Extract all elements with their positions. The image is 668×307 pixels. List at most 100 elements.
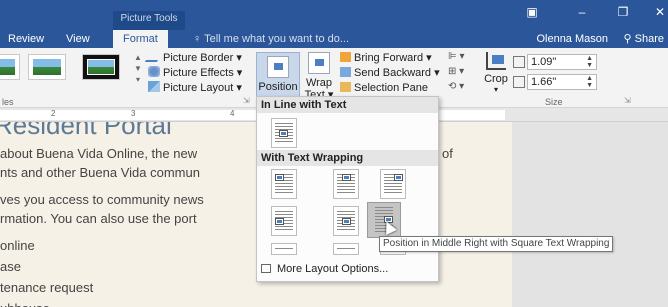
dialog-launcher-icon[interactable]: ⇲ [243, 96, 250, 105]
rotate-icon[interactable]: ⟲ ▾ [448, 81, 464, 92]
tab-format[interactable]: Format [113, 30, 168, 48]
image-placeholder-icon [342, 174, 351, 181]
height-icon [513, 56, 525, 68]
group-label-styles: les [2, 97, 14, 107]
minimize-icon[interactable]: – [572, 4, 592, 20]
text-lines-icon [337, 248, 355, 250]
spinner-icon[interactable]: ▲ ▼ [586, 75, 593, 89]
tell-me-search[interactable]: ♀ Tell me what you want to do... [193, 30, 349, 48]
styles-gallery-scroll[interactable]: ▲ ▼ ▾ [133, 52, 143, 86]
wrap-text-icon [308, 52, 330, 74]
doc-paragraph-line: nts and other Buena Vida commun [0, 165, 200, 180]
picture-layout-label: Picture Layout [163, 82, 234, 94]
crop-button[interactable]: Crop ▾ [481, 52, 511, 94]
crop-label: Crop [484, 73, 508, 85]
position-top-left[interactable] [271, 169, 297, 199]
position-icon [267, 56, 289, 78]
crop-icon [486, 52, 506, 70]
doc-heading: Resident Portal [0, 122, 172, 140]
restore-ribbon-icon[interactable]: ▣ [522, 4, 542, 20]
ruler-number: 3 [131, 109, 136, 118]
wrap-text-label: Wrap [305, 77, 333, 89]
person-icon: ⚲ [623, 33, 635, 45]
position-tooltip: Position in Middle Right with Square Tex… [379, 236, 614, 252]
selection-pane-button[interactable]: Selection Pane [340, 81, 428, 96]
pen-icon [144, 51, 164, 62]
lightbulb-icon: ♀ [193, 33, 205, 45]
doc-paragraph-line: ves you access to community news [0, 192, 204, 207]
picture-preview-icon [87, 59, 115, 75]
width-control: 1.66" ▲ ▼ [513, 74, 597, 91]
group-label-size: Size [545, 97, 563, 107]
effects-icon [148, 66, 160, 77]
doc-list-item: ase [0, 259, 21, 274]
position-middle-left[interactable] [271, 206, 297, 236]
dialog-launcher-icon[interactable]: ⇲ [624, 96, 631, 105]
doc-list-item: tenance request [0, 280, 94, 295]
bring-forward-label: Bring Forward [354, 52, 424, 64]
send-backward-button[interactable]: Send Backward ▾ [340, 66, 440, 81]
position-top-right[interactable] [380, 169, 406, 199]
width-icon [513, 76, 525, 88]
selection-pane-icon [340, 82, 351, 92]
picture-effects-label: Picture Effects [163, 67, 234, 79]
bring-forward-button[interactable]: Bring Forward ▾ [340, 51, 432, 66]
picture-border-button[interactable]: Picture Border ▾ [144, 51, 242, 66]
picture-layout-button[interactable]: Picture Layout ▾ [148, 81, 242, 96]
share-label: Share [634, 33, 664, 45]
width-input[interactable]: 1.66" ▲ ▼ [527, 74, 597, 90]
position-menu: In Line with Text With Text Wrapping Mor… [256, 96, 439, 282]
close-icon[interactable]: ✕ [650, 4, 668, 20]
image-placeholder-icon [279, 130, 288, 137]
picture-preview-icon [0, 59, 15, 75]
ruler-number: 4 [230, 109, 235, 118]
position-top-center[interactable] [333, 169, 359, 199]
position-bottom-left[interactable] [271, 243, 297, 255]
align-icon[interactable]: ⊫ ▾ [448, 51, 465, 62]
bring-forward-icon [340, 52, 351, 62]
image-placeholder-icon [275, 218, 284, 225]
picture-style-thumbnail[interactable] [82, 54, 120, 80]
position-bottom-center[interactable] [333, 243, 359, 255]
image-placeholder-icon [342, 218, 351, 225]
with-wrapping-header: With Text Wrapping [257, 150, 438, 166]
more-layout-options[interactable]: More Layout Options... [261, 260, 436, 278]
height-value: 1.09" [531, 56, 557, 68]
tell-me-text: Tell me what you want to do... [204, 33, 350, 45]
in-line-header: In Line with Text [257, 97, 438, 113]
send-backward-label: Send Backward [354, 67, 432, 79]
doc-paragraph-line: about Buena Vida Online, the new [0, 146, 198, 161]
position-in-line[interactable] [271, 118, 297, 148]
image-placeholder-icon [394, 174, 403, 181]
doc-paragraph-fragment: of [442, 146, 453, 161]
maximize-icon[interactable]: ❐ [613, 4, 633, 20]
wrap-text-button[interactable]: Wrap Text ▾ [303, 52, 335, 101]
text-lines-icon [275, 248, 293, 250]
title-bar: Picture Tools ▣ – ❐ ✕ Review View Format… [0, 0, 668, 48]
picture-effects-button[interactable]: Picture Effects ▾ [148, 66, 242, 81]
selection-pane-label: Selection Pane [354, 82, 428, 94]
group-icon[interactable]: ⊞ ▾ [448, 66, 464, 77]
share-button[interactable]: ⚲ Share [624, 30, 664, 48]
more-layout-options-label: More Layout Options... [277, 263, 389, 275]
picture-style-thumbnail[interactable] [28, 54, 66, 80]
position-label: Position [258, 81, 298, 93]
user-name[interactable]: Olenna Mason [536, 30, 608, 48]
layout-icon [148, 81, 160, 92]
image-placeholder-icon [275, 174, 284, 181]
picture-tools-label: Picture Tools [113, 11, 185, 27]
chevron-down-icon: ▾ [493, 85, 498, 94]
picture-style-thumbnail[interactable] [0, 54, 20, 80]
picture-preview-icon [33, 59, 61, 75]
spinner-icon[interactable]: ▲ ▼ [586, 55, 593, 69]
tab-review[interactable]: Review [8, 30, 44, 48]
doc-list-item: ubhouse [0, 301, 50, 307]
ruler-number: 2 [51, 109, 56, 118]
height-control: 1.09" ▲ ▼ [513, 54, 597, 71]
doc-paragraph-line: rmation. You can also use the port [0, 211, 197, 226]
layout-options-icon [261, 264, 271, 273]
doc-list-item: online [0, 238, 35, 253]
position-middle-center[interactable] [333, 206, 359, 236]
tab-view[interactable]: View [66, 30, 90, 48]
height-input[interactable]: 1.09" ▲ ▼ [527, 54, 597, 70]
